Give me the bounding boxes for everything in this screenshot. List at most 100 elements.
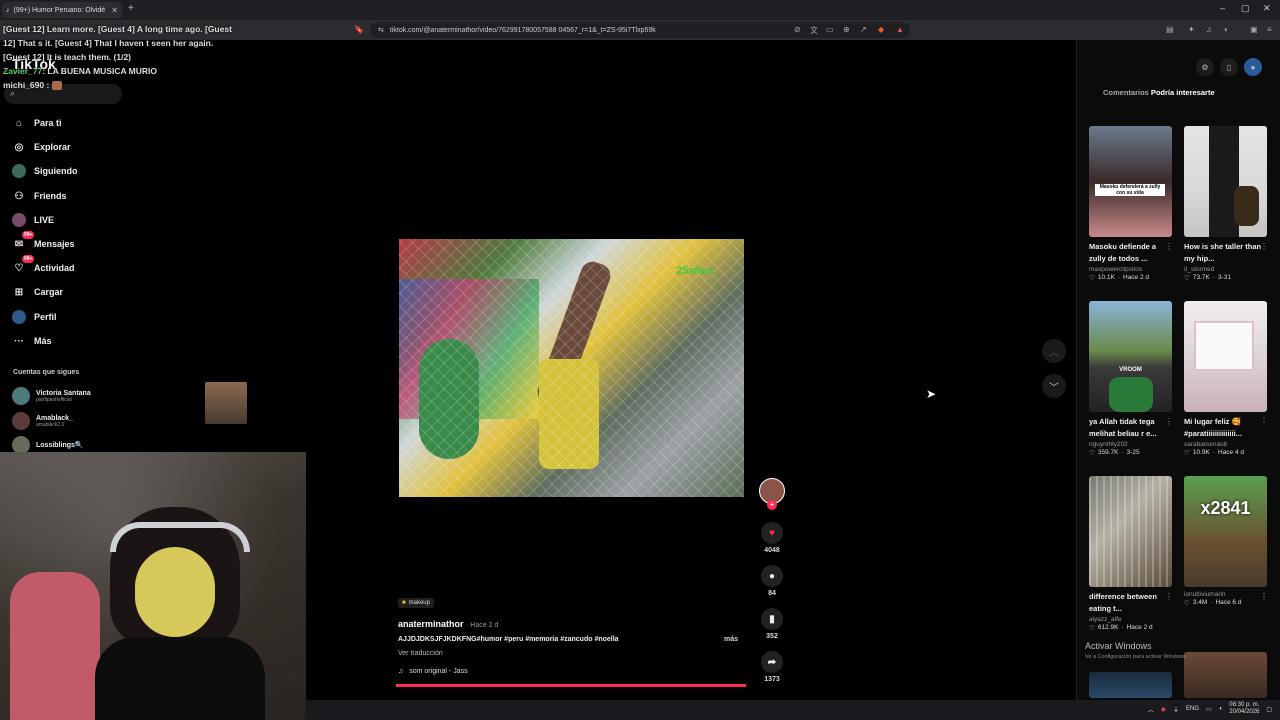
nav-cargar[interactable]: ⊞ Cargar — [12, 285, 63, 299]
tab-title: (99+) Humor Peruano: Olvidé — [13, 6, 106, 14]
suggested-video-card[interactable]: VROOM ya Allah tidak tega melihat beliau… — [1089, 301, 1173, 457]
wallet-icon[interactable]: ▣ — [1250, 25, 1258, 34]
phone-icon[interactable]: ▯ — [1220, 58, 1238, 76]
suggested-video-card[interactable]: Mi lugar feliz 🥰 #paratiiiiiiiiiiiiii...… — [1184, 301, 1268, 457]
like-count: 4048 — [764, 547, 780, 554]
translate-link[interactable]: Ver traducción — [398, 650, 443, 657]
more-link[interactable]: más — [724, 636, 738, 643]
user-avatar-icon[interactable]: ● — [1244, 58, 1262, 76]
sound-row[interactable]: ♫ som original - Jass — [398, 668, 468, 675]
card-views: 10.1K — [1097, 274, 1115, 281]
suggested-video-card[interactable]: difference between eating t... aiyazz_al… — [1089, 476, 1173, 632]
nav-perfil[interactable]: Perfil — [12, 310, 57, 324]
language-indicator[interactable]: ENG — [1186, 706, 1199, 712]
card-more-icon[interactable]: ⋮ — [1260, 417, 1268, 426]
comment-button[interactable]: ● 84 — [758, 565, 786, 597]
music-icon[interactable]: ♫ — [1206, 25, 1212, 34]
tag-pill[interactable]: ■ makeup — [398, 598, 434, 608]
suggested-video-card[interactable]: x2841 ionutliviumarin ♡ 3.4M · Hace 6 d ⋮ — [1184, 476, 1268, 607]
next-video-button[interactable]: ﹀ — [1042, 374, 1066, 398]
account-username: panfipanfiofficial — [36, 396, 72, 403]
card-title: Mi lugar feliz 🥰 #paratiiiiiiiiiiiiii... — [1184, 417, 1242, 438]
nav-label: Perfil — [34, 312, 57, 322]
person-shirt-shape — [95, 637, 265, 720]
card-views: 612.9K — [1097, 624, 1119, 631]
like-button[interactable]: ♥ 4048 — [758, 522, 786, 554]
save-button[interactable]: ▮ 352 — [758, 608, 786, 640]
rewards-icon[interactable]: ▲ — [896, 25, 904, 34]
nav-explorar[interactable]: ◎ Explorar — [12, 140, 71, 154]
translate-icon[interactable]: 文 — [810, 25, 818, 36]
card-time: 3-31 — [1218, 274, 1232, 281]
video-progress-bar[interactable] — [396, 684, 746, 687]
nav-label: Explorar — [34, 142, 71, 152]
maximize-button[interactable]: ▢ — [1241, 3, 1250, 14]
browser-tab[interactable]: ♪ (99+) Humor Peruano: Olvidé ✕ — [2, 2, 122, 18]
nav-para-ti[interactable]: ⌂ Para ti — [12, 116, 62, 130]
video-thumbnail: Masoku defenderá a zully con su vida — [1089, 126, 1172, 237]
windows-taskbar: ︿ ◉ ⏚ ENG ▭ ◖ 08:30 p. m. 20/04/2026 ▢ — [305, 700, 1280, 720]
author-name-row[interactable]: anaterminathor · Hace 2 d — [398, 619, 498, 629]
video-thumbnail-partial[interactable] — [1089, 672, 1172, 698]
webcam-overlay-thumbnail — [205, 382, 247, 424]
video-fence-overlay — [399, 239, 744, 497]
card-more-icon[interactable]: ⋮ — [1165, 417, 1173, 426]
card-title: Masoku defiende a zully de todos ... — [1089, 242, 1157, 263]
nav-mensajes[interactable]: ✉ 99+ Mensajes — [12, 231, 75, 251]
network-icon[interactable]: ▭ — [1206, 706, 1212, 713]
bookmark-icon[interactable]: 🔖 — [354, 25, 364, 34]
tab-close-icon[interactable]: ✕ — [111, 6, 118, 15]
activity-badge: 99+ — [22, 255, 35, 263]
video-thumbnail-partial[interactable] — [1184, 652, 1267, 698]
previous-video-button[interactable]: ︿ — [1042, 339, 1066, 363]
tab-comentarios[interactable]: Comentarios — [1103, 88, 1149, 97]
clock[interactable]: 08:30 p. m. 20/04/2026 — [1229, 702, 1259, 716]
following-account[interactable]: Amablack_ amablack2.0 — [12, 412, 73, 430]
settings-icon[interactable]: ⚙ — [1196, 58, 1214, 76]
video-thumbnail — [1184, 301, 1267, 412]
notifications-icon[interactable]: ▢ — [1266, 706, 1272, 713]
vpn-icon[interactable]: ◐ — [1224, 25, 1229, 34]
extensions-icon[interactable]: ✦ — [1188, 25, 1195, 34]
nav-siguiendo[interactable]: Siguiendo — [12, 164, 78, 178]
nav-mas[interactable]: ··· Más — [12, 334, 52, 348]
author-name[interactable]: anaterminathor — [398, 619, 464, 629]
suggested-video-card[interactable]: Masoku defenderá a zully con su vida Mas… — [1089, 126, 1173, 282]
sidebar-icon[interactable]: ▤ — [1166, 25, 1174, 34]
suggested-video-card[interactable]: How is she taller than my hip... it_stor… — [1184, 126, 1268, 282]
brave-shield-icon[interactable]: ◆ — [878, 25, 884, 34]
usb-icon[interactable]: ⏚ — [1173, 705, 1179, 714]
tray-expand-icon[interactable]: ︿ — [1148, 705, 1154, 714]
live-icon — [12, 213, 26, 227]
tray-app-icon[interactable]: ◉ — [1161, 706, 1166, 713]
share-button[interactable]: ➦ 1373 — [758, 651, 786, 683]
nav-live[interactable]: LIVE — [12, 213, 54, 227]
minimize-button[interactable]: – — [1220, 3, 1225, 13]
card-more-icon[interactable]: ⋮ — [1165, 592, 1173, 601]
close-window-button[interactable]: ✕ — [1263, 3, 1271, 14]
nav-actividad[interactable]: ♡ 99+ Actividad — [12, 255, 75, 275]
card-more-icon[interactable]: ⋮ — [1260, 242, 1268, 251]
cast-icon[interactable]: ▭ — [826, 25, 834, 34]
video-player[interactable]: 25años — [399, 239, 744, 497]
menu-icon[interactable]: ≡ — [1267, 25, 1272, 34]
share-icon[interactable]: ↗ — [860, 25, 867, 34]
follow-plus-icon[interactable]: + — [767, 500, 777, 510]
card-username: maxpowerclipsitos — [1089, 266, 1143, 273]
more-dots-icon: ··· — [14, 335, 24, 347]
zoom-icon[interactable]: ⊕ — [843, 25, 850, 34]
tiktok-favicon-icon: ♪ — [6, 6, 10, 14]
account-username: amablack2.0 — [36, 421, 65, 428]
card-more-icon[interactable]: ⋮ — [1260, 592, 1268, 601]
new-tab-button[interactable]: + — [128, 3, 134, 14]
card-more-icon[interactable]: ⋮ — [1165, 242, 1173, 251]
following-account[interactable]: Victoria Santana panfipanfiofficial — [12, 387, 91, 405]
nav-friends[interactable]: ⚇ Friends — [12, 189, 67, 203]
reader-icon[interactable]: ⊘ — [794, 25, 801, 34]
system-tray: ︿ ◉ ⏚ ENG ▭ ◖ 08:30 p. m. 20/04/2026 ▢ — [1148, 702, 1272, 716]
volume-icon[interactable]: ◖ — [1219, 706, 1223, 712]
card-stats: ♡ 359.7K · 3-25 — [1089, 449, 1173, 457]
site-info-icon[interactable]: ⇆ — [378, 26, 384, 34]
thumb-mirror-shape — [1194, 321, 1254, 371]
tab-podria-interesarte[interactable]: Podría interesarte — [1151, 88, 1215, 97]
